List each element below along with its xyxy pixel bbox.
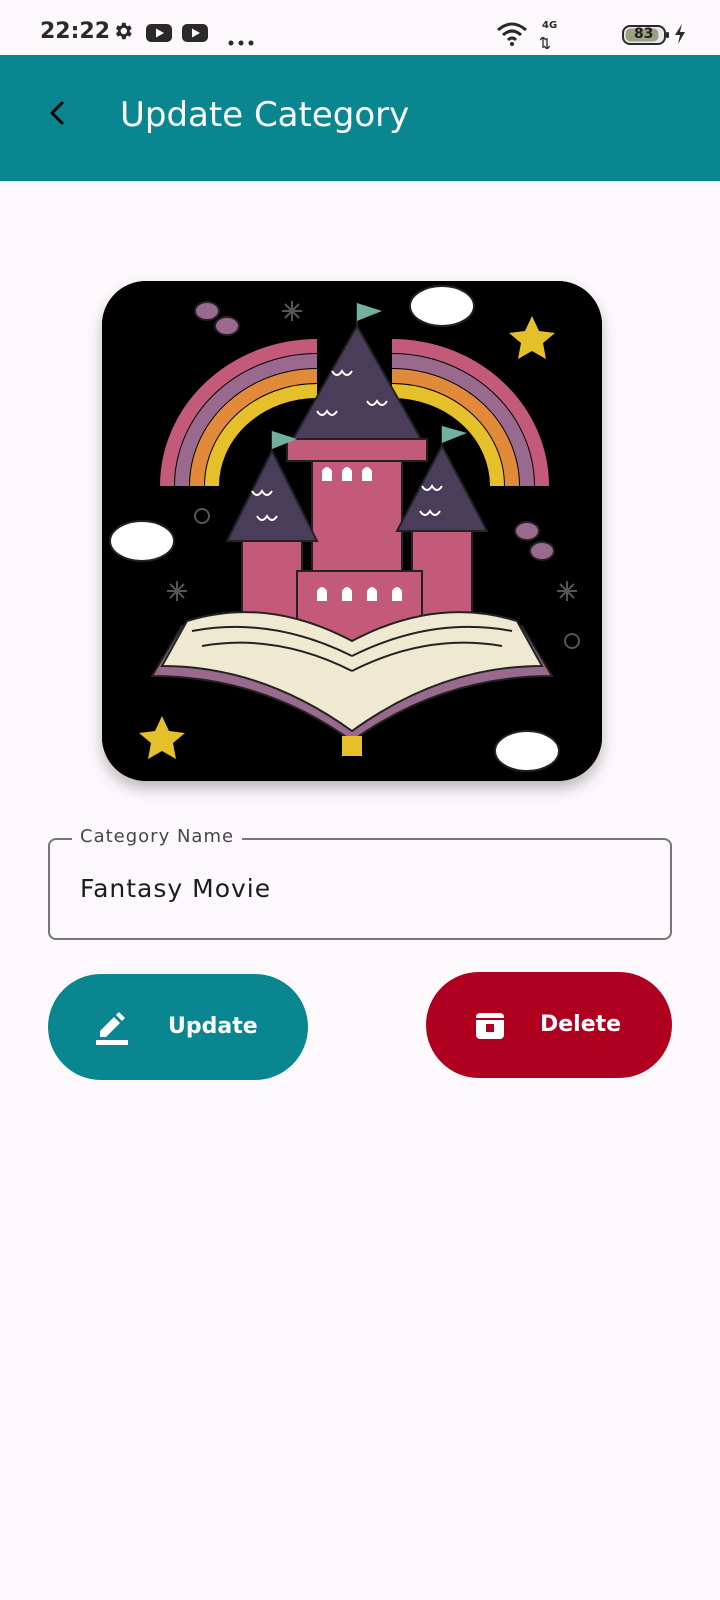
castle-book-illustration — [102, 281, 602, 781]
category-name-label: Category Name — [72, 826, 243, 847]
edit-icon — [96, 1011, 128, 1051]
signal-icon — [539, 34, 551, 53]
youtube-icon — [182, 24, 208, 46]
category-name-input[interactable] — [80, 874, 640, 903]
more-dots-icon — [228, 31, 254, 50]
delete-icon — [474, 1009, 506, 1047]
category-name-field[interactable]: Category Name — [48, 826, 672, 940]
page-title: Update Category — [120, 95, 410, 135]
back-button[interactable] — [30, 87, 86, 143]
back-arrow-icon — [45, 100, 71, 130]
settings-icon — [112, 20, 134, 46]
delete-button-label: Delete — [540, 1012, 622, 1037]
wifi-icon — [496, 22, 528, 50]
youtube-icon — [146, 24, 172, 46]
category-image[interactable] — [102, 281, 602, 781]
update-button-label: Update — [168, 1014, 258, 1039]
status-bar: 22:22 4G 83 — [0, 0, 720, 55]
charging-icon — [674, 24, 686, 48]
network-type-label: 4G — [542, 20, 558, 31]
app-bar: Update Category — [0, 55, 720, 181]
update-button[interactable]: Update — [48, 974, 308, 1080]
delete-button[interactable]: Delete — [426, 972, 672, 1078]
status-time: 22:22 — [40, 19, 111, 44]
battery-level: 83 — [634, 26, 654, 42]
